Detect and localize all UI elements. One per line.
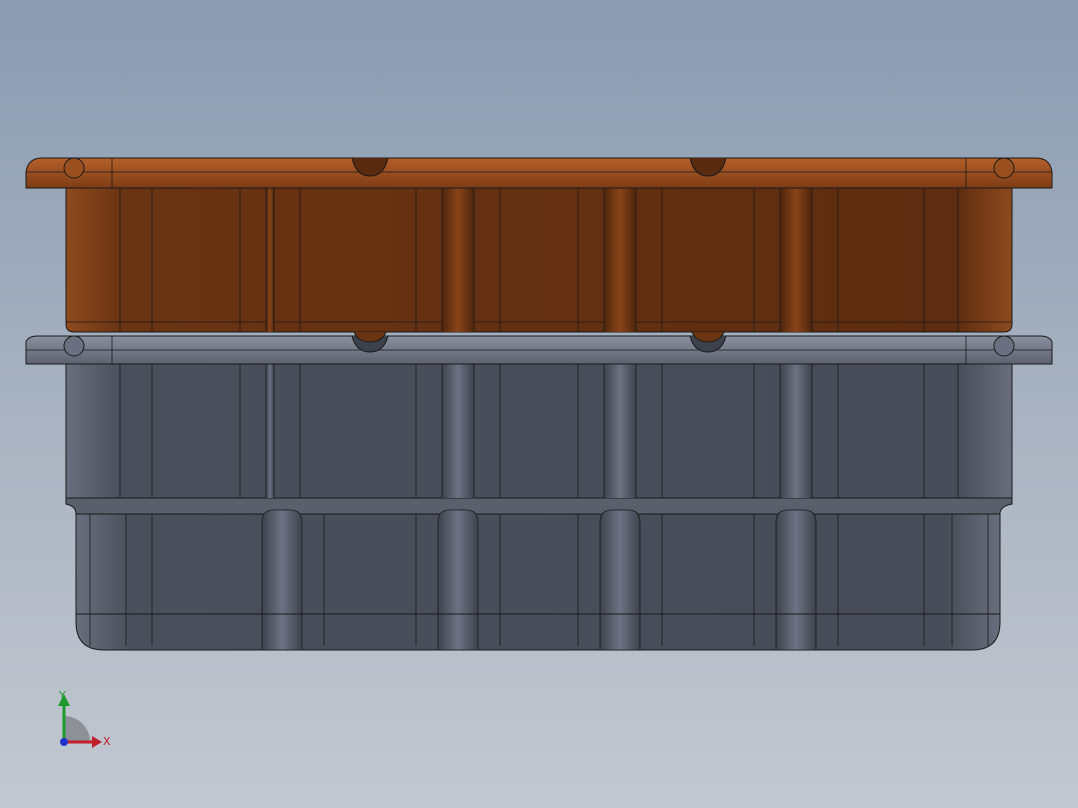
brown-tray-wall [65,187,1013,333]
rib-face [780,364,812,498]
triad-shadow-arc [64,716,90,742]
gray-tray-wall [65,363,1013,505]
brown-tray[interactable] [25,157,1053,343]
rib-face [266,364,274,498]
gray-tray-hole-left [63,335,85,357]
x-axis-label: X [103,735,111,748]
gray-tray-bottom-body [75,507,1001,651]
rib-face [780,188,812,332]
rib-face [266,188,274,332]
3d-viewport[interactable]: Y X [0,0,1078,808]
rib-face [604,364,636,498]
z-axis-origin [60,738,68,746]
bowl-rib [775,509,817,651]
gray-tray[interactable] [25,335,1053,651]
gray-tray-step [65,497,1013,515]
y-axis-label: Y [58,689,66,702]
brown-tray-rim [25,157,1053,189]
brown-tray-hole-left [63,157,85,179]
coordinate-triad: Y X [58,689,111,748]
rib-face [442,364,474,498]
rib-face [442,188,474,332]
model-view[interactable]: Y X [0,0,1078,808]
bowl-rib [599,509,641,651]
gray-tray-hole-right [993,335,1015,357]
rib-face [604,188,636,332]
brown-tray-hole-right [993,157,1015,179]
bowl-rib [261,509,303,651]
bowl-rib [437,509,479,651]
